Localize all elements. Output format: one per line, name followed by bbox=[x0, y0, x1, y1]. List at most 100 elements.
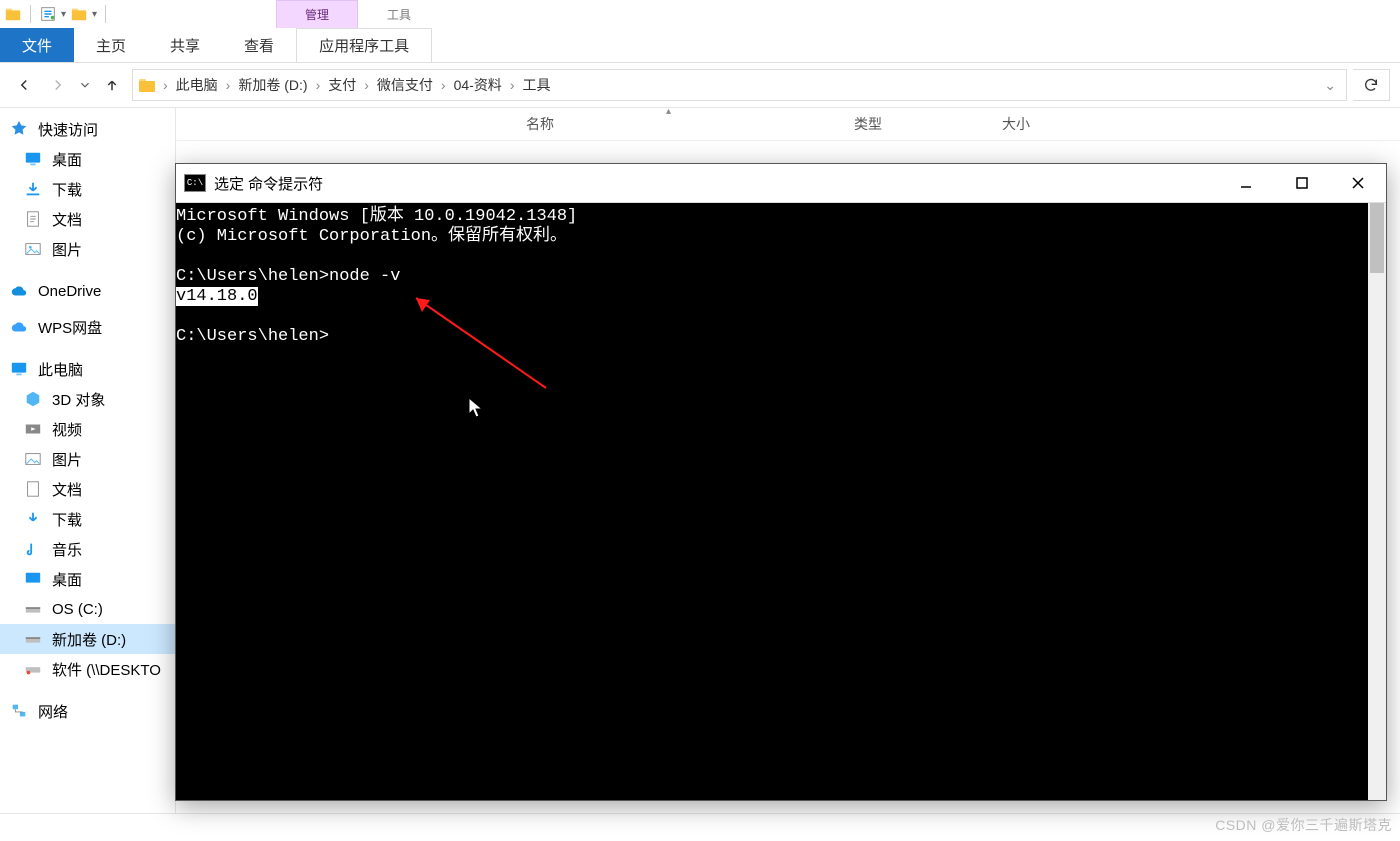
folder-icon bbox=[4, 5, 22, 23]
folder-icon bbox=[137, 75, 157, 95]
tab-file[interactable]: 文件 bbox=[0, 28, 74, 62]
tab-home[interactable]: 主页 bbox=[74, 28, 148, 62]
sidebar-item-drive-d[interactable]: 新加卷 (D:) bbox=[0, 624, 175, 654]
sidebar-onedrive[interactable]: OneDrive bbox=[0, 276, 175, 306]
picture-icon bbox=[24, 450, 42, 468]
sidebar-item-label: 文档 bbox=[52, 209, 82, 230]
context-tab-strip: 管理 工具 bbox=[276, 0, 440, 28]
pc-icon bbox=[10, 360, 28, 378]
drive-icon bbox=[24, 600, 42, 618]
open-folder-icon[interactable] bbox=[70, 5, 88, 23]
column-headers[interactable]: ▴ 名称 类型 大小 bbox=[176, 108, 1400, 141]
watermark: CSDN @爱你三千遍斯塔克 bbox=[1215, 815, 1392, 835]
ribbon-tabs: 文件 主页 共享 查看 应用程序工具 bbox=[0, 28, 1400, 63]
close-button[interactable] bbox=[1330, 164, 1386, 202]
sidebar-wps[interactable]: WPS网盘 bbox=[0, 312, 175, 342]
addr-dropdown-icon[interactable]: ⌄ bbox=[1324, 77, 1342, 94]
tab-share[interactable]: 共享 bbox=[148, 28, 222, 62]
separator bbox=[105, 5, 106, 23]
cmd-icon: C:\ bbox=[184, 174, 206, 192]
desktop-icon bbox=[24, 150, 42, 168]
up-button[interactable] bbox=[98, 71, 126, 99]
breadcrumb[interactable]: 工具 bbox=[516, 73, 556, 97]
chevron-right-icon[interactable]: › bbox=[163, 77, 168, 93]
sidebar-item-label: 桌面 bbox=[52, 149, 82, 170]
desktop-icon bbox=[24, 570, 42, 588]
sidebar-item-downloads-2[interactable]: 下载 bbox=[0, 504, 175, 534]
sidebar-item-pictures-2[interactable]: 图片 bbox=[0, 444, 175, 474]
cmd-line: (c) Microsoft Corporation。保留所有权利。 bbox=[176, 227, 567, 246]
chevron-right-icon[interactable]: › bbox=[226, 77, 231, 93]
sidebar-item-label: OneDrive bbox=[38, 283, 101, 300]
drive-icon bbox=[24, 630, 42, 648]
breadcrumb[interactable]: 支付 bbox=[322, 73, 362, 97]
column-size[interactable]: 大小 bbox=[1002, 114, 1030, 134]
breadcrumb[interactable]: 微信支付 bbox=[371, 73, 439, 97]
cmd-output[interactable]: Microsoft Windows [版本 10.0.19042.1348] (… bbox=[176, 203, 1386, 800]
address-bar[interactable]: › 此电脑› 新加卷 (D:)› 支付› 微信支付› 04-资料› 工具 ⌄ bbox=[132, 69, 1347, 101]
sidebar-network[interactable]: 网络 bbox=[0, 696, 175, 726]
cmd-titlebar[interactable]: C:\ 选定 命令提示符 bbox=[176, 164, 1386, 203]
qat-more-chevron-icon[interactable]: ▾ bbox=[92, 9, 97, 20]
nav-pane[interactable]: 快速访问 桌面 下载 文档 图片 OneDrive WPS网盘 此电脑 3D 对… bbox=[0, 108, 176, 813]
chevron-right-icon[interactable]: › bbox=[441, 77, 446, 93]
sidebar-this-pc[interactable]: 此电脑 bbox=[0, 354, 175, 384]
sidebar-item-documents-2[interactable]: 文档 bbox=[0, 474, 175, 504]
cmd-scrollbar[interactable] bbox=[1368, 203, 1386, 800]
sidebar-item-net-drive[interactable]: 软件 (\\DESKTO bbox=[0, 654, 175, 684]
back-button[interactable] bbox=[10, 71, 38, 99]
breadcrumb[interactable]: 04-资料 bbox=[448, 73, 508, 97]
chevron-right-icon[interactable]: › bbox=[364, 77, 369, 93]
maximize-button[interactable] bbox=[1274, 164, 1330, 202]
sidebar-item-drive-c[interactable]: OS (C:) bbox=[0, 594, 175, 624]
sidebar-item-label: 此电脑 bbox=[38, 359, 83, 380]
sidebar-item-label: 新加卷 (D:) bbox=[52, 629, 126, 650]
picture-icon bbox=[24, 240, 42, 258]
music-icon bbox=[24, 540, 42, 558]
sidebar-item-documents[interactable]: 文档 bbox=[0, 204, 175, 234]
context-tab-tools[interactable]: 工具 bbox=[358, 0, 440, 28]
minimize-button[interactable] bbox=[1218, 164, 1274, 202]
nav-row: › 此电脑› 新加卷 (D:)› 支付› 微信支付› 04-资料› 工具 ⌄ bbox=[0, 63, 1400, 108]
column-name[interactable]: 名称 bbox=[526, 114, 554, 134]
sidebar-item-label: 视频 bbox=[52, 419, 82, 440]
recent-chevron-icon[interactable] bbox=[78, 71, 92, 99]
tab-app-tools[interactable]: 应用程序工具 bbox=[296, 28, 432, 62]
separator bbox=[30, 5, 31, 23]
column-type[interactable]: 类型 bbox=[854, 114, 882, 134]
qat-chevron-icon[interactable]: ▾ bbox=[61, 9, 66, 20]
chevron-right-icon[interactable]: › bbox=[316, 77, 321, 93]
breadcrumb[interactable]: 新加卷 (D:) bbox=[232, 73, 313, 97]
sidebar-item-label: 图片 bbox=[52, 239, 82, 260]
cmd-window[interactable]: C:\ 选定 命令提示符 Microsoft Windows [版本 10.0.… bbox=[175, 163, 1387, 801]
tab-view[interactable]: 查看 bbox=[222, 28, 296, 62]
status-bar bbox=[0, 813, 1400, 841]
refresh-button[interactable] bbox=[1353, 69, 1390, 101]
cmd-line: C:\Users\helen> bbox=[176, 327, 329, 346]
sidebar-item-3d[interactable]: 3D 对象 bbox=[0, 384, 175, 414]
document-icon bbox=[24, 480, 42, 498]
video-icon bbox=[24, 420, 42, 438]
sidebar-item-label: 下载 bbox=[52, 509, 82, 530]
cmd-line: Microsoft Windows [版本 10.0.19042.1348] bbox=[176, 207, 577, 226]
scrollbar-thumb[interactable] bbox=[1370, 203, 1384, 273]
annotation-arrow-icon bbox=[406, 288, 556, 398]
sidebar-item-music[interactable]: 音乐 bbox=[0, 534, 175, 564]
breadcrumb[interactable]: 此电脑 bbox=[170, 73, 224, 97]
sidebar-item-pictures[interactable]: 图片 bbox=[0, 234, 175, 264]
sidebar-item-label: 桌面 bbox=[52, 569, 82, 590]
sidebar-item-label: 3D 对象 bbox=[52, 389, 105, 410]
sidebar-item-desktop[interactable]: 桌面 bbox=[0, 144, 175, 174]
chevron-right-icon[interactable]: › bbox=[510, 77, 515, 93]
sidebar-item-downloads[interactable]: 下载 bbox=[0, 174, 175, 204]
sidebar-item-label: 软件 (\\DESKTO bbox=[52, 659, 161, 680]
sidebar-quick-access[interactable]: 快速访问 bbox=[0, 114, 175, 144]
sidebar-item-label: OS (C:) bbox=[52, 601, 103, 618]
sidebar-item-desktop-2[interactable]: 桌面 bbox=[0, 564, 175, 594]
context-tab-manage[interactable]: 管理 bbox=[276, 0, 358, 28]
cube-icon bbox=[24, 390, 42, 408]
properties-icon[interactable] bbox=[39, 5, 57, 23]
sidebar-item-videos[interactable]: 视频 bbox=[0, 414, 175, 444]
cmd-line: C:\Users\helen>node -v bbox=[176, 267, 400, 286]
forward-button[interactable] bbox=[44, 71, 72, 99]
